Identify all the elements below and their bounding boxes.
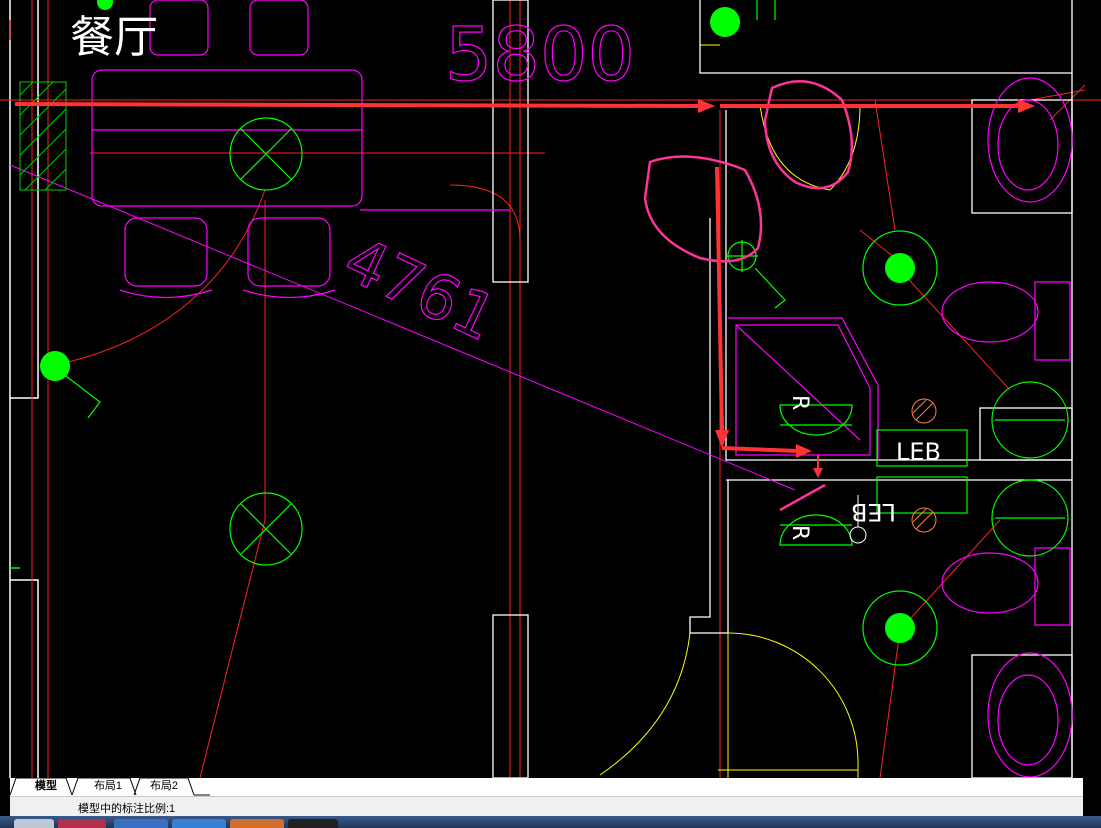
interior-walls (492, 0, 1073, 778)
tab-outline (10, 778, 210, 796)
layout-tab-bar: 模型 布局1 布局2 (0, 778, 1101, 796)
door-swings (599, 44, 861, 778)
fixture-r-2: R (787, 525, 812, 540)
markup-annotations (643, 80, 854, 512)
leb-label-1: LEB (896, 438, 941, 466)
leb-label-2: LEB (851, 498, 896, 526)
taskbar-item-2[interactable] (58, 819, 106, 828)
dimension-top: 5800 (445, 12, 635, 98)
right-edge (1083, 778, 1101, 818)
room-label: 餐厅 (70, 12, 158, 63)
bathroom-fixtures (728, 77, 1073, 778)
annotation-scale-text: 模型中的标注比例:1 (78, 803, 176, 815)
hatched-column (19, 81, 67, 191)
os-taskbar (0, 816, 1101, 828)
tab-strip: 模型 布局1 布局2 (10, 778, 1083, 796)
outlet-symbol (849, 526, 867, 544)
taskbar-item-3[interactable] (114, 819, 168, 828)
taskbar-item-6[interactable] (288, 819, 338, 828)
cad-drawing-canvas[interactable]: 餐厅 5800 4761 LEB LEB R R (0, 0, 1101, 778)
taskbar-item-5[interactable] (230, 819, 284, 828)
taskbar-item-1[interactable] (14, 819, 54, 828)
route-arrows (14, 99, 1035, 478)
fixture-r-1: R (787, 395, 812, 410)
taskbar-item-4[interactable] (172, 819, 226, 828)
left-wall (9, 0, 39, 778)
status-bar: 模型中的标注比例:1 (10, 796, 1083, 817)
